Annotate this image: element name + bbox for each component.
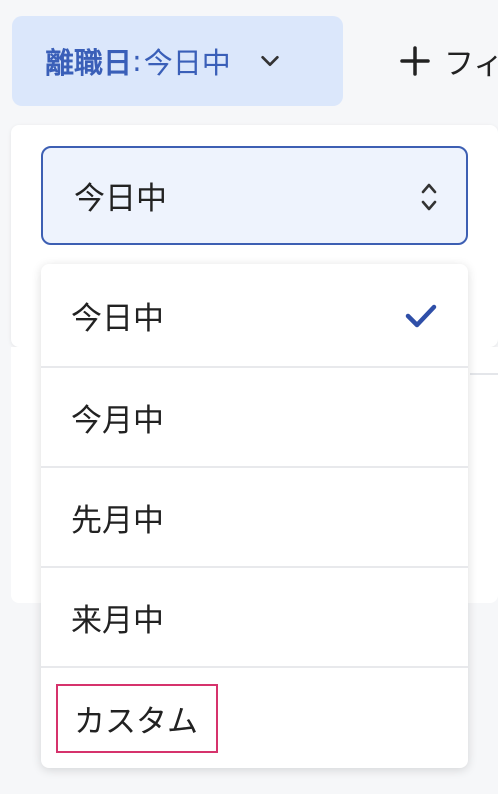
filter-chip-key: 離職日	[45, 46, 133, 80]
menu-item-label: 来月中	[71, 602, 164, 639]
menu-item-label: カスタム	[56, 683, 218, 753]
date-range-menu: 今日中 今月中 先月中 来月中 カスタム	[41, 264, 468, 768]
menu-item-this-month[interactable]: 今月中	[41, 368, 468, 468]
menu-item-today[interactable]: 今日中	[41, 264, 468, 368]
menu-item-next-month[interactable]: 来月中	[41, 568, 468, 668]
menu-item-label: 今月中	[71, 402, 164, 439]
chevron-down-icon	[261, 55, 279, 67]
menu-item-last-month[interactable]: 先月中	[41, 468, 468, 568]
date-range-select-value: 今日中	[74, 181, 167, 217]
date-range-select[interactable]: 今日中	[41, 146, 468, 245]
panel-divider	[470, 373, 498, 375]
menu-item-custom[interactable]: カスタム	[41, 668, 468, 768]
updown-chevron-icon	[421, 183, 437, 211]
filter-chip-date[interactable]: 離職日: 今日中	[12, 16, 343, 106]
filter-chip-separator: :	[132, 44, 142, 78]
checkmark-icon	[405, 304, 437, 328]
menu-item-label: 今日中	[71, 300, 164, 337]
menu-item-label: 先月中	[71, 502, 164, 539]
add-filter-button[interactable]: フィ	[400, 16, 498, 106]
add-filter-label: フィ	[444, 47, 498, 82]
filter-chip-value: 今日中	[143, 46, 231, 80]
plus-icon	[400, 46, 430, 76]
